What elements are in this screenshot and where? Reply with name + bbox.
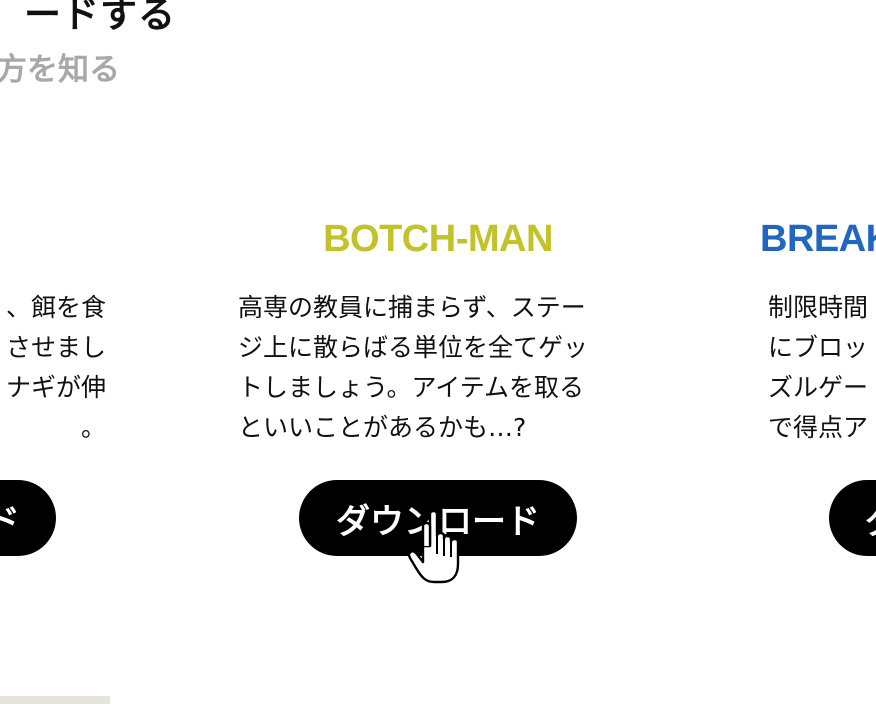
download-button[interactable]: ダ: [829, 480, 876, 556]
download-button[interactable]: ド: [0, 480, 56, 556]
section-title: ードする: [24, 0, 176, 36]
game-description: 制限時間 にブロッ ズルゲー で得点ア: [768, 293, 869, 442]
game-card-break: BREAK 制限時間 にブロッ ズルゲー で得点ア ダ: [758, 210, 876, 570]
game-description: 高専の教員に捕まらず、ステー ジ上に散らばる単位を全てゲッ トしましょう。アイテ…: [238, 293, 589, 442]
game-title: BOTCH-MAN: [323, 218, 553, 260]
game-card-left: 、餌を食 させまし ナギが伸 。 ド: [0, 210, 108, 570]
download-button[interactable]: ダウンロード: [299, 480, 577, 556]
game-card-botch-man: BOTCH-MAN 高専の教員に捕まらず、ステー ジ上に散らばる単位を全てゲッ …: [228, 210, 648, 570]
page: ードする 方を知る 、餌を食 させまし ナギが伸 。 ド BOTCH-MAN 高…: [0, 0, 876, 704]
section-subtitle: 方を知る: [0, 52, 120, 88]
footer-strip: [0, 696, 110, 704]
game-title: BREAK: [760, 218, 876, 260]
game-description: 、餌を食 させまし ナギが伸 。: [5, 293, 106, 442]
